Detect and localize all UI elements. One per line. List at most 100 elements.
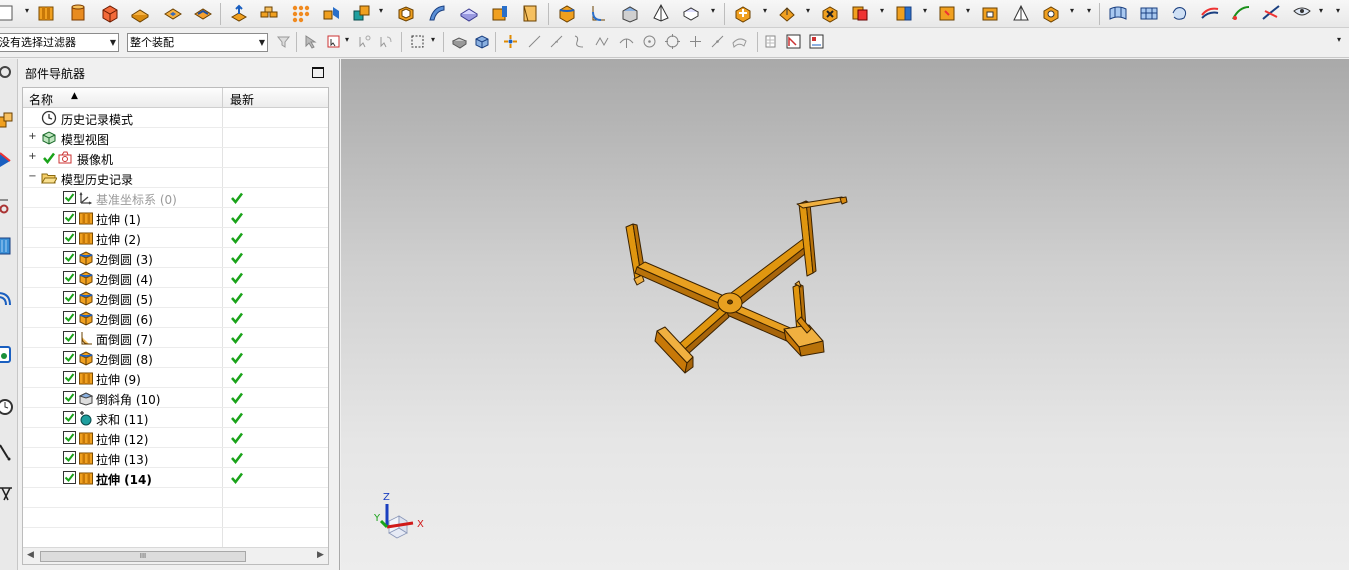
toolbar-dropdown-caret[interactable]: ▾ (923, 7, 929, 15)
process-studio-icon[interactable] (0, 482, 16, 502)
replace-face-icon[interactable] (850, 3, 870, 23)
type-filter-combo[interactable]: 没有选择过滤器 ▼ (0, 33, 119, 52)
snap-quadrant-icon[interactable] (664, 33, 681, 50)
feature-row[interactable]: 求和 (11) (23, 408, 328, 428)
emboss-tool-icon[interactable] (229, 3, 249, 23)
feature-row[interactable]: 倒斜角 (10) (23, 388, 328, 408)
visibility-checkbox[interactable] (63, 351, 76, 364)
tree-node-history-mode[interactable]: 历史记录模式 (23, 108, 328, 128)
collapse-icon[interactable]: − (28, 172, 37, 182)
feature-row[interactable]: 边倒圆 (5) (23, 288, 328, 308)
toolbar-dropdown-caret[interactable]: ▾ (25, 7, 31, 15)
visibility-checkbox[interactable] (63, 411, 76, 424)
select-solid-body-icon[interactable] (451, 33, 468, 50)
settings-gear-icon[interactable] (0, 62, 16, 82)
slot-tool-icon[interactable] (193, 3, 213, 23)
sphere-tool-icon[interactable] (681, 3, 701, 23)
rectangle-select-icon[interactable] (409, 33, 426, 50)
angular-dimension-icon[interactable] (1011, 3, 1031, 23)
snap-bounded-grid-icon[interactable] (762, 33, 779, 50)
bounded-plane-icon[interactable] (1292, 3, 1312, 23)
feature-row[interactable]: 边倒圆 (4) (23, 268, 328, 288)
toolbar-dropdown-caret[interactable]: ▾ (1070, 7, 1076, 15)
feature-row[interactable]: 边倒圆 (6) (23, 308, 328, 328)
sweep-tool-icon[interactable] (427, 3, 447, 23)
snap-mid-point-icon[interactable] (548, 33, 565, 50)
linear-dimension-icon[interactable] (980, 3, 1000, 23)
shell-tool-icon[interactable] (396, 3, 416, 23)
revolve-tool-icon[interactable] (68, 3, 88, 23)
snap-intersection-icon[interactable] (594, 33, 611, 50)
scroll-left-arrow-icon[interactable]: ◀ (27, 550, 34, 560)
scroll-right-arrow-icon[interactable]: ▶ (317, 550, 324, 560)
pattern-tool-icon[interactable] (259, 3, 279, 23)
select-drawing-icon[interactable] (785, 33, 802, 50)
chamfer-tool-icon[interactable] (620, 3, 640, 23)
feature-row[interactable]: 拉伸 (14) (23, 468, 328, 488)
visibility-checkbox[interactable] (63, 191, 76, 204)
select-features-icon[interactable] (303, 33, 320, 50)
pad-tool-icon[interactable] (130, 3, 150, 23)
snap-curve-icon[interactable] (378, 33, 395, 50)
system-materials-icon[interactable] (0, 442, 16, 462)
mirror-feature-icon[interactable] (321, 3, 341, 23)
toolbar-dropdown-caret[interactable]: ▾ (1319, 7, 1325, 15)
visibility-checkbox[interactable] (63, 211, 76, 224)
block-tool-icon[interactable] (100, 3, 120, 23)
face-blend-tool-icon[interactable] (588, 3, 608, 23)
toolbar-overflow-caret[interactable]: ▾ (1337, 36, 1343, 44)
feature-row[interactable]: 拉伸 (9) (23, 368, 328, 388)
column-header-latest[interactable]: 最新 (230, 91, 254, 108)
visibility-checkbox[interactable] (63, 451, 76, 464)
tree-node-model-history[interactable]: − 模型历史记录 (23, 168, 328, 188)
snap-point-on-curve-icon[interactable] (709, 33, 726, 50)
toolbar-overflow-caret[interactable]: ▾ (1336, 7, 1342, 15)
visibility-checkbox[interactable] (63, 271, 76, 284)
reset-filter-icon[interactable] (275, 33, 292, 50)
resize-blend-icon[interactable] (937, 3, 957, 23)
visibility-checkbox[interactable] (63, 291, 76, 304)
toolbar-dropdown-caret[interactable]: ▾ (431, 36, 437, 44)
toolbar-dropdown-caret[interactable]: ▾ (345, 36, 351, 44)
offset-region-icon[interactable] (894, 3, 914, 23)
toolbar-dropdown-caret[interactable]: ▾ (806, 7, 812, 15)
surface-mesh-icon[interactable] (1139, 3, 1159, 23)
graphics-window[interactable]: Z X Y (341, 59, 1349, 570)
snap-existing-point-icon[interactable] (687, 33, 704, 50)
visibility-checkbox[interactable] (63, 471, 76, 484)
snap-arc-center-icon[interactable] (618, 33, 635, 50)
reuse-library-icon[interactable] (0, 235, 16, 255)
trim-sheet-icon[interactable] (1261, 3, 1281, 23)
part-navigator-icon[interactable] (0, 197, 16, 217)
offset-face-icon[interactable] (490, 3, 510, 23)
model-viewport-canvas[interactable]: Z X Y (341, 59, 1349, 570)
visibility-checkbox[interactable] (63, 251, 76, 264)
scrollbar-thumb[interactable]: III (40, 551, 246, 562)
array-tool-icon[interactable] (291, 3, 311, 23)
visibility-checkbox[interactable] (63, 331, 76, 344)
web-browser-icon[interactable] (0, 289, 16, 309)
delete-face-icon[interactable] (820, 3, 840, 23)
thicken-tool-icon[interactable] (459, 3, 479, 23)
toolbar-overflow-caret[interactable]: ▾ (1087, 7, 1093, 15)
toolbar-dropdown-caret[interactable]: ▾ (880, 7, 886, 15)
toolbar-dropdown-caret[interactable]: ▾ (711, 7, 717, 15)
edge-blend-tool-icon[interactable] (557, 3, 577, 23)
visibility-checkbox[interactable] (63, 391, 76, 404)
extrude-tool-icon[interactable] (36, 3, 56, 23)
part-model[interactable] (625, 196, 848, 374)
studio-surface-icon[interactable] (1200, 3, 1220, 23)
tree-node-cameras[interactable]: + 摄像机 (23, 148, 328, 168)
feature-row[interactable]: 拉伸 (2) (23, 228, 328, 248)
move-face-icon[interactable] (733, 3, 753, 23)
snap-control-point-icon[interactable] (571, 33, 588, 50)
toolbar-dropdown-caret[interactable]: ▾ (966, 7, 972, 15)
pull-face-icon[interactable] (777, 3, 797, 23)
toolbar-dropdown-caret[interactable]: ▾ (763, 7, 769, 15)
visibility-checkbox[interactable] (63, 431, 76, 444)
surface-grid-icon[interactable] (1108, 3, 1128, 23)
new-sketch-icon[interactable] (0, 3, 20, 23)
expand-icon[interactable]: + (28, 152, 37, 162)
history-palette-icon[interactable] (0, 344, 16, 364)
feature-row[interactable]: 拉伸 (12) (23, 428, 328, 448)
